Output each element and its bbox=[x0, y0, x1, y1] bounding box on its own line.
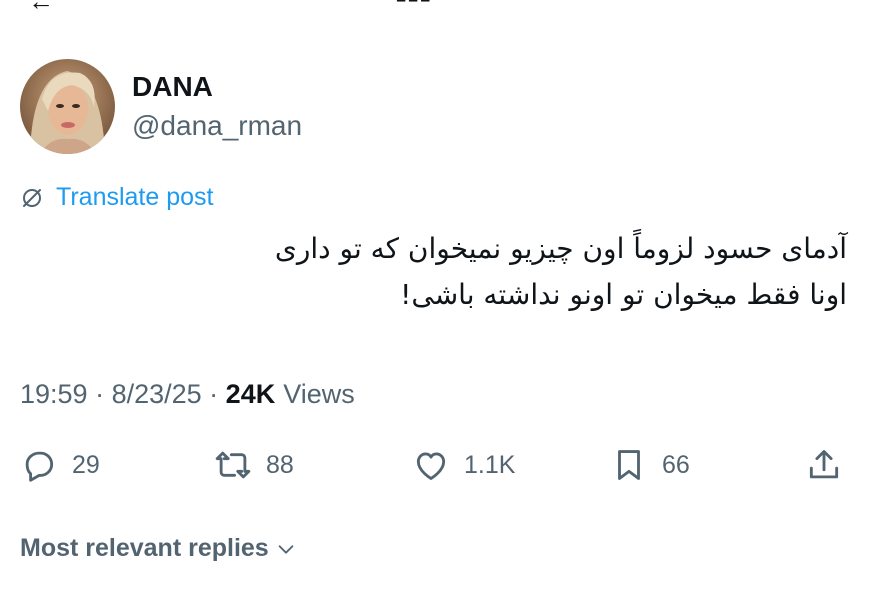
replies-sort-selector[interactable]: Most relevant replies bbox=[20, 534, 297, 563]
action-bar: 29 88 1.1K 66 bbox=[0, 445, 869, 485]
avatar[interactable] bbox=[20, 58, 115, 154]
user-handle[interactable]: @dana_rman bbox=[132, 109, 302, 143]
tweet-date[interactable]: 8/23/25 bbox=[112, 379, 202, 410]
translate-icon bbox=[23, 188, 41, 207]
page-title-fragment: ▪▪▪ bbox=[395, 0, 431, 14]
reply-icon bbox=[25, 451, 54, 482]
like-icon bbox=[416, 452, 446, 480]
reply-button[interactable]: 29 bbox=[20, 445, 100, 485]
display-name[interactable]: DANA bbox=[132, 70, 302, 104]
bookmark-count: 66 bbox=[662, 450, 690, 479]
tweet-time[interactable]: 19:59 bbox=[20, 379, 88, 410]
like-button[interactable]: 1.1K bbox=[412, 445, 515, 485]
bookmark-icon bbox=[618, 450, 640, 480]
tweet-text: آدمای حسود لزوماً اون چیزیو نمیخوان که ت… bbox=[27, 226, 847, 318]
share-icon bbox=[809, 450, 839, 479]
share-button[interactable] bbox=[805, 445, 843, 485]
chevron-down-icon bbox=[278, 544, 294, 554]
views-count: 24K bbox=[225, 379, 276, 409]
views-label: Views bbox=[283, 379, 355, 409]
top-bar: ← ▪▪▪ bbox=[0, 0, 869, 14]
tweet-meta: 19:59 · 8/23/25 · 24K Views bbox=[20, 379, 355, 410]
translate-post-label: Translate post bbox=[56, 183, 214, 211]
repost-count: 88 bbox=[266, 450, 294, 479]
translate-post-button[interactable]: Translate post bbox=[20, 183, 213, 212]
repost-icon bbox=[215, 451, 251, 479]
bookmark-button[interactable]: 66 bbox=[610, 445, 690, 485]
back-icon[interactable]: ← bbox=[28, 0, 54, 14]
repost-button[interactable]: 88 bbox=[214, 445, 294, 485]
tweet-line-2: اونا فقط میخوان تو اونو نداشته باشی! bbox=[400, 278, 847, 311]
like-count: 1.1K bbox=[464, 450, 516, 479]
reply-count: 29 bbox=[72, 450, 100, 479]
author-header: DANA @dana_rman bbox=[20, 58, 302, 154]
tweet-line-1: آدمای حسود لزوماً اون چیزیو نمیخوان که ت… bbox=[274, 232, 847, 265]
replies-sort-label: Most relevant replies bbox=[20, 534, 269, 562]
